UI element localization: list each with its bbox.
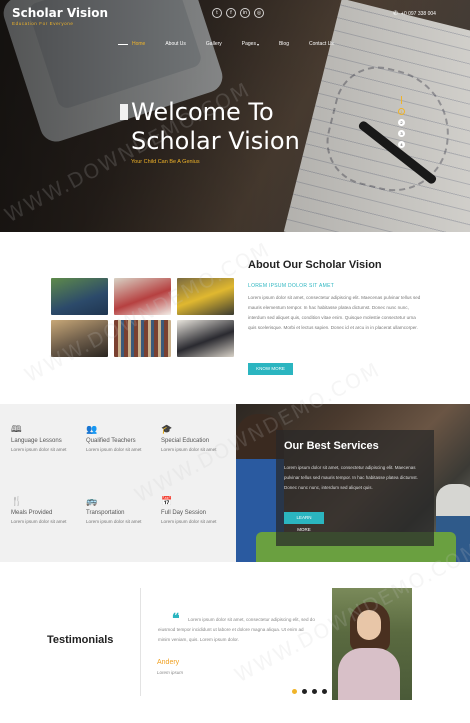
about-body: Lorem ipsum dolor sit amet, consectetur …	[248, 295, 421, 330]
logo[interactable]: Scholar Vision Education For Everyone	[12, 6, 108, 26]
hero-title-line2: Scholar Vision	[131, 127, 300, 155]
service-item: 📅 Full Day Session Lorem ipsum dolor sit…	[161, 496, 231, 525]
phone-number: +0 097 338 004	[401, 10, 436, 17]
page: Scholar Vision Education For Everyone t …	[0, 0, 470, 723]
bus-icon: 🚌	[86, 496, 98, 506]
service-desc: Lorem ipsum dolor sit amet	[11, 447, 67, 452]
carousel-dot-4[interactable]	[322, 689, 327, 694]
nav-active-indicator	[118, 43, 128, 45]
main-nav: Home About Us Gallery Pages ▾ Blog Conta…	[118, 41, 334, 47]
about-gallery	[51, 278, 234, 357]
nav-item-gallery[interactable]: Gallery	[206, 41, 222, 47]
calendar-icon: 📅	[161, 496, 173, 506]
best-services-box: Our Best Services Lorem ipsum dolor sit …	[276, 430, 434, 546]
hero-text: Welcome To Scholar Vision Your Child Can…	[131, 98, 300, 165]
service-title: Qualified Teachers	[86, 438, 136, 444]
hero-banner: Scholar Vision Education For Everyone t …	[0, 0, 470, 232]
service-item: 🍴 Meals Provided Lorem ipsum dolor sit a…	[11, 496, 81, 525]
about-kicker: LOREM IPSUM DOLOR SIT AMET	[248, 283, 335, 289]
best-services-title: Our Best Services	[284, 440, 379, 452]
service-title: Language Lessons	[11, 438, 62, 444]
testimonials-divider	[140, 588, 141, 696]
carousel-dot-1[interactable]	[292, 689, 297, 694]
service-desc: Lorem ipsum dolor sit amet	[11, 519, 67, 524]
testimonial-photo	[332, 588, 412, 700]
hero-title-line1: Welcome To	[131, 98, 274, 126]
about-title: About Our Scholar Vision	[248, 259, 382, 271]
service-item: 🎓 Special Education Lorem ipsum dolor si…	[161, 424, 231, 453]
brand-name: Scholar Vision	[12, 6, 109, 20]
fork-knife-icon: 🍴	[11, 496, 23, 506]
nav-item-about-us[interactable]: About Us	[165, 41, 186, 47]
service-title: Transportation	[86, 510, 125, 516]
group-icon: 👥	[86, 424, 98, 434]
service-item: 🕮 Language Lessons Lorem ipsum dolor sit…	[11, 424, 81, 453]
dribbble-icon[interactable]: ◎	[254, 8, 264, 18]
service-item: 🚌 Transportation Lorem ipsum dolor sit a…	[86, 496, 156, 525]
social-links: t f in ◎	[212, 8, 264, 18]
gallery-photo-library[interactable]	[114, 320, 171, 357]
quote-icon: ❝	[172, 611, 180, 627]
linkedin-icon[interactable]: in	[240, 8, 250, 18]
gallery-photo-reading[interactable]	[51, 320, 108, 357]
service-desc: Lorem ipsum dolor sit amet	[86, 447, 142, 452]
learn-more-button[interactable]: LEARN MORE	[284, 512, 324, 532]
gallery-photo-flowers[interactable]	[177, 278, 234, 315]
service-desc: Lorem ipsum dolor sit amet	[86, 519, 142, 524]
service-desc: Lorem ipsum dolor sit amet	[161, 447, 217, 452]
phone-icon: ✆	[393, 11, 399, 17]
know-more-button[interactable]: KNOW MORE	[248, 363, 293, 375]
brand-tagline: Education For Everyone	[12, 21, 74, 26]
hero-subtitle: Your Child Can Be A Genius	[131, 159, 200, 165]
facebook-icon[interactable]: f	[226, 8, 236, 18]
nav-item-pages[interactable]: Pages	[242, 41, 256, 47]
service-desc: Lorem ipsum dolor sit amet	[161, 519, 217, 524]
twitter-icon[interactable]: t	[212, 8, 222, 18]
testimonial-role: Lorem ipsum	[157, 670, 184, 675]
book-icon: 🕮	[11, 424, 22, 434]
gallery-photo-students[interactable]	[114, 278, 171, 315]
carousel-dot-3[interactable]	[312, 689, 317, 694]
service-title: Full Day Session	[161, 510, 207, 516]
hero-slider-dots: 1 2 3 4	[398, 96, 405, 148]
chevron-down-icon: ▾	[256, 41, 259, 47]
testimonial-name: Andery	[157, 659, 180, 666]
service-title: Special Education	[161, 438, 210, 444]
hero-side-label	[120, 104, 128, 120]
nav-item-contact-us[interactable]: Contact Us	[309, 41, 334, 47]
service-title: Meals Provided	[11, 510, 53, 516]
gallery-photo-graduation[interactable]	[177, 320, 234, 357]
slider-dot-3[interactable]: 3	[398, 130, 405, 137]
testimonials-title: Testimonials	[47, 634, 114, 646]
slider-dot-2[interactable]: 2	[398, 119, 405, 126]
carousel-dot-2[interactable]	[302, 689, 307, 694]
service-item: 👥 Qualified Teachers Lorem ipsum dolor s…	[86, 424, 156, 453]
nav-item-home[interactable]: Home	[132, 41, 145, 47]
graduation-cap-icon: 🎓	[161, 424, 173, 434]
best-services-body: Lorem ipsum dolor sit amet, consectetur …	[284, 465, 418, 490]
testimonial-carousel-dots	[292, 689, 327, 694]
phone-contact[interactable]: ✆ +0 097 338 004	[393, 10, 436, 18]
gallery-photo-graduates[interactable]	[51, 278, 108, 315]
slider-dot-1[interactable]: 1	[398, 108, 405, 115]
slider-line	[401, 96, 402, 104]
slider-dot-4[interactable]: 4	[398, 141, 405, 148]
testimonial-quote: Lorem ipsum dolor sit amet, consectetur …	[158, 617, 315, 642]
nav-item-blog[interactable]: Blog	[279, 41, 289, 47]
about-section: About Our Scholar Vision LOREM IPSUM DOL…	[248, 259, 423, 333]
